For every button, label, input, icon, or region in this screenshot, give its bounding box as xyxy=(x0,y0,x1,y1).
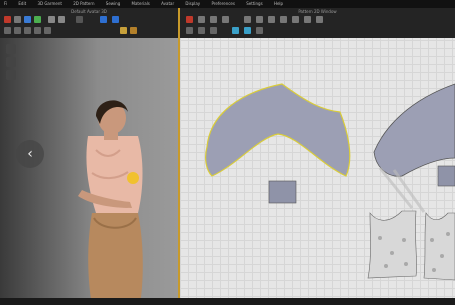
menu-bar: Fi Edit 3D Garment 2D Pattern Sewing Mat… xyxy=(0,0,455,8)
menu-avatar[interactable]: Avatar xyxy=(161,1,174,6)
status-bar xyxy=(0,298,455,305)
previous-arrow-button[interactable]: ‹ xyxy=(16,140,44,168)
menu-display[interactable]: Display xyxy=(185,1,200,6)
menu-help[interactable]: Help xyxy=(274,1,283,6)
menu-file[interactable]: Fi xyxy=(4,1,7,6)
menu-settings[interactable]: Settings xyxy=(246,1,262,6)
3d-viewport[interactable]: Default Avatar 3D ‹ xyxy=(0,8,178,305)
menu-2d-pattern[interactable]: 2D Pattern xyxy=(73,1,94,6)
menu-materials[interactable]: Materials xyxy=(132,1,150,6)
2d-pattern-viewport[interactable]: Pattern 2D Window xyxy=(180,8,455,305)
menu-preferences[interactable]: Preferences xyxy=(211,1,235,6)
menu-sewing[interactable]: Sewing xyxy=(106,1,120,6)
pattern-canvas xyxy=(205,83,455,281)
menu-edit[interactable]: Edit xyxy=(18,1,26,6)
menu-3d-garment[interactable]: 3D Garment xyxy=(37,1,61,6)
